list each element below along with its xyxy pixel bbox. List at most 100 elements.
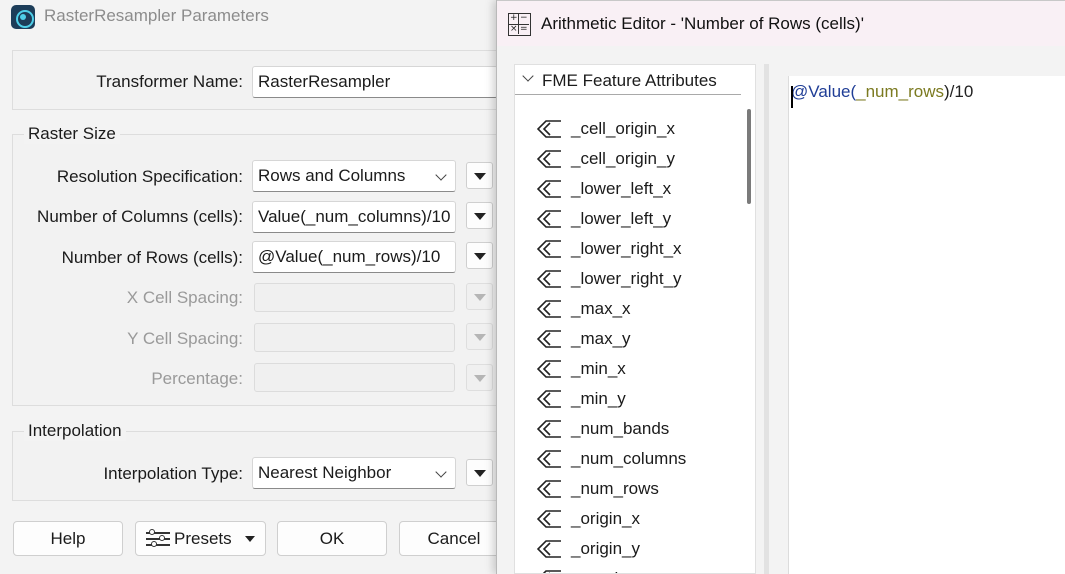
attribute-item[interactable]: _rotation_x <box>537 564 737 573</box>
attribute-tag-icon <box>537 420 561 438</box>
attribute-name: _num_columns <box>571 449 687 468</box>
parameters-dialog: RasterResampler Parameters Transformer N… <box>0 0 512 574</box>
attribute-name: _rotation_x <box>571 569 655 573</box>
attribute-name: _min_y <box>571 389 626 408</box>
attribute-item[interactable]: _lower_right_y <box>537 264 737 294</box>
x-spacing-options-button[interactable] <box>466 283 493 310</box>
attribute-tree: FME Feature Attributes _cell_origin_x _ce… <box>514 64 756 574</box>
editor-title: Arithmetic Editor - 'Number of Rows (cel… <box>541 14 864 33</box>
chevron-down-icon <box>435 466 447 478</box>
attribute-item[interactable]: _origin_y <box>537 534 737 564</box>
attribute-tag-icon <box>537 360 561 378</box>
attribute-item[interactable]: _min_y <box>537 384 737 414</box>
attribute-name: _lower_right_y <box>571 269 682 288</box>
attribute-tag-icon <box>537 480 561 498</box>
y-spacing-label: Y Cell Spacing: <box>127 329 243 348</box>
attribute-tag-icon <box>537 510 561 528</box>
attribute-item[interactable]: _max_x <box>537 294 737 324</box>
y-spacing-input[interactable] <box>254 323 455 352</box>
attribute-item[interactable]: _num_rows <box>537 474 737 504</box>
attribute-item[interactable]: _min_x <box>537 354 737 384</box>
percentage-input[interactable] <box>254 363 455 392</box>
cancel-button[interactable]: Cancel <box>399 521 509 556</box>
chevron-down-icon <box>435 169 447 181</box>
resolution-select-value: Rows and Columns <box>258 166 406 185</box>
tree-header[interactable]: FME Feature Attributes <box>515 65 741 95</box>
editor-body: FME Feature Attributes _cell_origin_x _ce… <box>497 46 1065 574</box>
percentage-label: Percentage: <box>151 369 243 388</box>
columns-input[interactable]: Value(_num_columns)/10 <box>252 201 456 233</box>
editor-titlebar: + − × = Arithmetic Editor - 'Number of R… <box>497 0 1065 46</box>
attribute-item[interactable]: _num_columns <box>537 444 737 474</box>
presets-label: Presets <box>174 529 232 548</box>
attribute-name: _lower_left_y <box>571 209 672 228</box>
fme-app-icon <box>11 5 35 29</box>
attribute-tag-icon <box>537 390 561 408</box>
sliders-icon <box>146 529 170 547</box>
attribute-item[interactable]: _lower_left_x <box>537 174 737 204</box>
attribute-tag-icon <box>537 450 561 468</box>
expression-rest: )/10 <box>944 82 974 101</box>
attribute-name: _max_x <box>571 299 631 318</box>
interpolation-options-button[interactable] <box>466 459 493 486</box>
attribute-item[interactable]: _max_y <box>537 324 737 354</box>
chevron-down-icon <box>522 70 534 82</box>
attribute-tag-icon <box>537 330 561 348</box>
attribute-tag-icon <box>537 300 561 318</box>
ok-button[interactable]: OK <box>277 521 387 556</box>
attribute-name: _num_bands <box>571 419 670 438</box>
attribute-tag-icon <box>537 270 561 288</box>
y-spacing-options-button[interactable] <box>466 323 493 350</box>
interpolation-title: Interpolation <box>24 421 126 441</box>
resolution-select[interactable]: Rows and Columns <box>252 160 456 192</box>
attribute-tag-icon <box>537 180 561 198</box>
attribute-name: _num_rows <box>571 479 659 498</box>
attribute-item[interactable]: _lower_left_y <box>537 204 737 234</box>
presets-button[interactable]: Presets <box>135 521 266 556</box>
expression-text: @Value(_num_rows)/10 <box>791 82 974 108</box>
columns-label: Number of Columns (cells): <box>37 207 243 226</box>
attribute-name: _max_y <box>571 329 631 348</box>
calculator-grid-icon: + − × = <box>508 13 531 36</box>
resolution-label: Resolution Specification: <box>56 167 243 186</box>
resolution-options-button[interactable] <box>466 162 493 189</box>
attribute-tag-icon <box>537 240 561 258</box>
rows-label: Number of Rows (cells): <box>61 248 243 267</box>
transformer-name-label: Transformer Name: <box>96 72 243 91</box>
attribute-item[interactable]: _num_bands <box>537 414 737 444</box>
attribute-item[interactable]: _lower_right_x <box>537 234 737 264</box>
x-spacing-input[interactable] <box>254 283 455 312</box>
attribute-name: _lower_right_x <box>571 239 682 258</box>
interpolation-type-select[interactable]: Nearest Neighbor <box>252 457 456 489</box>
attribute-tag-icon <box>537 150 561 168</box>
attribute-name: _lower_left_x <box>571 179 672 198</box>
expression-editor[interactable]: @Value(_num_rows)/10 <box>788 76 1065 574</box>
x-spacing-label: X Cell Spacing: <box>126 288 243 307</box>
attribute-item[interactable]: _cell_origin_x <box>537 114 737 144</box>
attribute-name: _cell_origin_x <box>571 119 675 138</box>
tree-header-label: FME Feature Attributes <box>542 71 717 90</box>
interpolation-type-label: Interpolation Type: <box>103 464 243 483</box>
attribute-name: _origin_x <box>571 509 640 528</box>
attribute-name: _min_x <box>571 359 626 378</box>
attribute-name: _origin_y <box>571 539 640 558</box>
attribute-tag-icon <box>537 120 561 138</box>
columns-options-button[interactable] <box>466 202 493 229</box>
transformer-name-input[interactable]: RasterResampler <box>252 66 498 98</box>
percentage-options-button[interactable] <box>466 364 493 391</box>
expression-argument: _num_rows <box>856 82 945 101</box>
text-cursor <box>791 86 793 108</box>
expression-function: @Value( <box>791 82 857 101</box>
attribute-item[interactable]: _origin_x <box>537 504 737 534</box>
arithmetic-editor-window: + − × = Arithmetic Editor - 'Number of R… <box>496 0 1065 574</box>
attribute-item[interactable]: _cell_origin_y <box>537 144 737 174</box>
help-button[interactable]: Help <box>13 521 123 556</box>
interpolation-type-value: Nearest Neighbor <box>258 463 392 482</box>
rows-input[interactable]: @Value(_num_rows)/10 <box>252 241 456 273</box>
rows-options-button[interactable] <box>466 242 493 269</box>
tree-scrollbar[interactable] <box>747 109 751 204</box>
pane-splitter[interactable] <box>764 64 769 574</box>
params-title: RasterResampler Parameters <box>44 6 269 25</box>
attribute-tag-icon <box>537 210 561 228</box>
attribute-tag-icon <box>542 570 561 573</box>
